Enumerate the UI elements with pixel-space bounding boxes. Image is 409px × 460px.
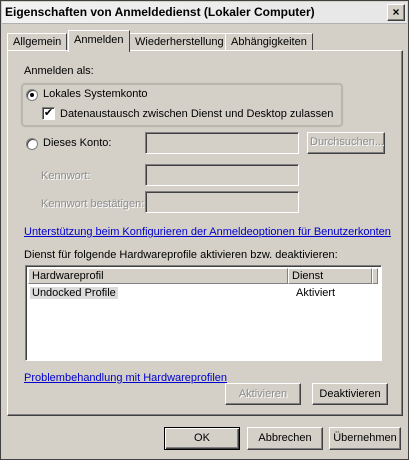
window-title: Eigenschaften von Anmeldedienst (Lokaler… [5, 5, 315, 19]
profile-service-state: Aktiviert [296, 287, 336, 299]
this-account-radio[interactable] [26, 138, 38, 150]
ok-button[interactable]: OK [164, 427, 240, 450]
close-window-button[interactable]: × [387, 4, 405, 21]
apply-button[interactable]: Übernehmen [329, 427, 401, 450]
account-field[interactable] [145, 132, 299, 154]
profiles-description: Dienst für folgende Hardwareprofile akti… [24, 249, 338, 261]
help-link[interactable]: Unterstützung beim Konfigurieren der Anm… [24, 226, 391, 238]
this-account-label[interactable]: Dieses Konto: [43, 137, 111, 149]
local-system-radio[interactable] [26, 89, 38, 101]
desktop-interact-checkbox[interactable]: ✔ [42, 107, 55, 120]
properties-dialog: Eigenschaften von Anmeldedienst (Lokaler… [0, 0, 409, 460]
deactivate-button[interactable]: Deaktivieren [312, 383, 388, 405]
cancel-button[interactable]: Abbrechen [247, 427, 323, 450]
tab-wiederherstellung[interactable]: Wiederherstellung [129, 33, 230, 51]
column-header-service[interactable]: Dienst [288, 268, 372, 284]
tab-anmelden[interactable]: Anmelden [68, 30, 130, 52]
local-system-label[interactable]: Lokales Systemkonto [43, 88, 148, 100]
confirm-password-label: Kennwort bestätigen: [41, 198, 145, 210]
column-header-filler [372, 268, 378, 284]
tab-allgemein[interactable]: Allgemein [7, 33, 68, 51]
confirm-password-field[interactable] [145, 191, 299, 213]
password-field[interactable] [145, 164, 299, 186]
column-header-profile[interactable]: Hardwareprofil [28, 268, 288, 284]
tab-abhaengigkeiten[interactable]: Abhängigkeiten [225, 33, 313, 51]
title-bar[interactable]: Eigenschaften von Anmeldedienst (Lokaler… [2, 2, 407, 24]
hardware-profile-list[interactable]: Hardwareprofil Dienst Undocked Profile A… [25, 265, 382, 361]
logon-as-label: Anmelden als: [24, 65, 94, 77]
activate-button[interactable]: Aktivieren [225, 383, 301, 405]
close-icon: × [392, 5, 400, 19]
browse-button[interactable]: Durchsuchen... [307, 132, 385, 154]
profile-name: Undocked Profile [30, 287, 118, 299]
password-label: Kennwort: [41, 170, 91, 182]
radio-selected-dot [30, 93, 34, 97]
desktop-interact-label[interactable]: Datenaustausch zwischen Dienst und Deskt… [60, 108, 333, 120]
checkmark-icon: ✔ [43, 107, 54, 119]
troubleshoot-link[interactable]: Problembehandlung mit Hardwareprofilen [24, 372, 227, 384]
